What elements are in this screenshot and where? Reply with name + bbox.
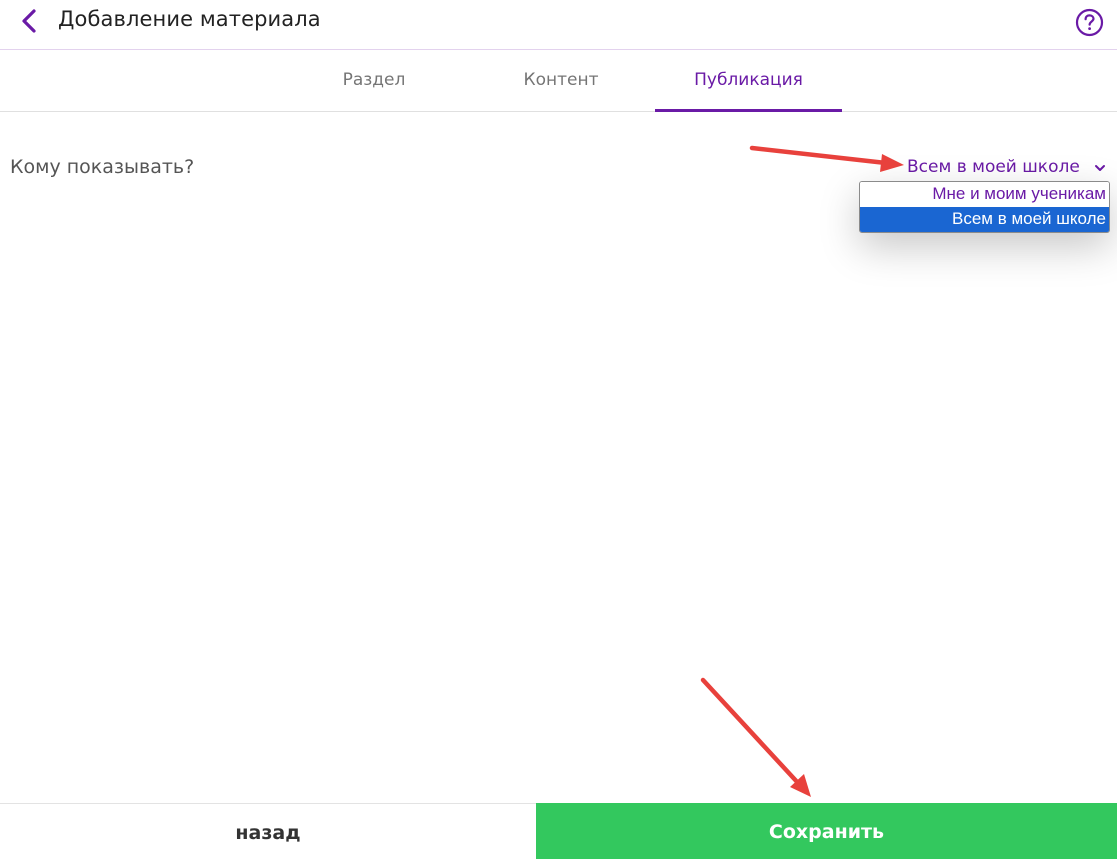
dropdown-option[interactable]: Мне и моим ученикам (860, 182, 1109, 207)
annotation-arrow-icon (700, 677, 811, 797)
save-button[interactable]: Сохранить (536, 803, 1117, 859)
tab-publication[interactable]: Публикация (655, 50, 842, 112)
annotation-arrow-icon (749, 145, 904, 172)
tab-razdel[interactable]: Раздел (318, 50, 430, 112)
top-bar: Добавление материала (0, 0, 1117, 50)
chevron-left-icon[interactable] (14, 6, 44, 36)
active-tab-indicator (655, 109, 842, 112)
visibility-dropdown-list: Мне и моим ученикам Всем в моей школе (859, 181, 1110, 233)
dropdown-option-selected[interactable]: Всем в моей школе (860, 207, 1109, 232)
visibility-question-label: Кому показывать? (10, 156, 195, 178)
back-button[interactable]: назад (0, 803, 536, 859)
tab-bar: Раздел Контент Публикация (0, 50, 1117, 112)
chevron-down-icon[interactable] (1093, 162, 1107, 174)
visibility-select[interactable]: Всем в моей школе (907, 157, 1080, 181)
annotation-arrows (700, 145, 904, 797)
tab-content[interactable]: Контент (504, 50, 618, 112)
page-title: Добавление материала (58, 7, 321, 31)
question-circle-icon[interactable] (1075, 8, 1104, 37)
